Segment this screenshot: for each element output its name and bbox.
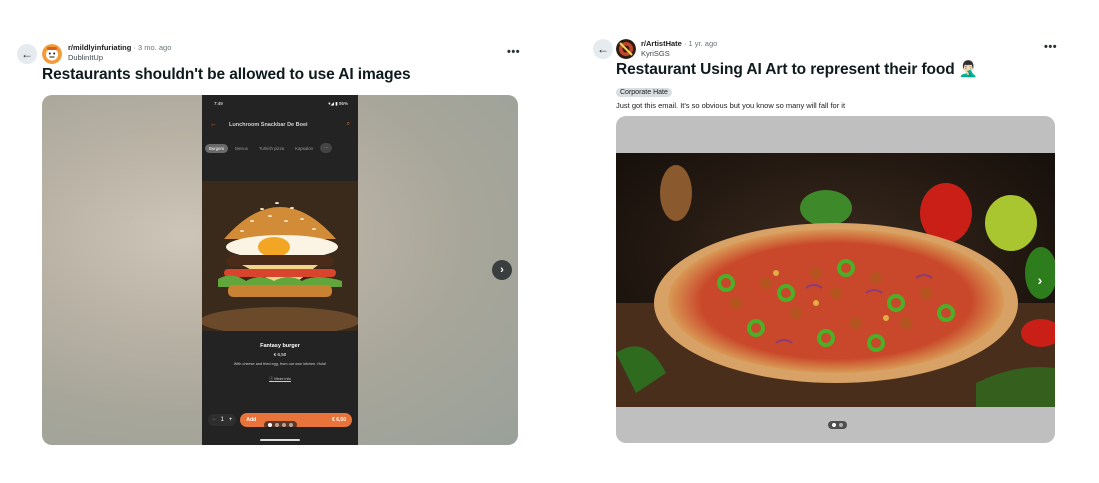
quantity-value: 1 xyxy=(220,417,224,423)
product-description: With cheese and fried egg, from our own … xyxy=(233,362,327,366)
artisthate-logo-icon xyxy=(616,39,636,59)
back-button[interactable]: ← xyxy=(17,44,37,64)
post-author[interactable]: KyriSGS xyxy=(641,49,717,59)
phone-tabs-more-icon: ⋯ xyxy=(320,143,333,153)
post-body: Just got this email. It's so obvious but… xyxy=(616,101,846,110)
post-media-carousel[interactable]: › xyxy=(616,116,1055,443)
quantity-stepper: − 1 + xyxy=(208,414,237,426)
mildlyinfuriating-logo-icon xyxy=(42,44,62,64)
phone-tab: Burgers xyxy=(205,143,229,153)
phone-status-time: 7:49 xyxy=(214,101,223,106)
product-price: € 6,50 xyxy=(273,352,287,357)
product-info: Fantasy burger € 6,50 With cheese and fr… xyxy=(202,343,358,382)
more-options-button[interactable]: ••• xyxy=(507,46,520,58)
carousel-next-button[interactable]: › xyxy=(492,260,512,280)
phone-app-bar: ← Lunchroom Snackbar De Boei ⌕ xyxy=(210,121,350,128)
burger-illustration xyxy=(202,181,358,331)
post-time: 1 yr. ago xyxy=(688,39,718,48)
add-price: € 6,50 xyxy=(332,417,346,423)
post-title[interactable]: Restaurants shouldn't be allowed to use … xyxy=(42,66,411,84)
post-title[interactable]: Restaurant Using AI Art to represent the… xyxy=(616,60,978,79)
add-label: Add xyxy=(246,417,257,423)
carousel-dot xyxy=(275,423,279,427)
subreddit-name[interactable]: r/mildlyinfuriating xyxy=(68,43,131,52)
carousel-indicator xyxy=(828,421,847,429)
phone-screenshot: 7:49 ▾◢ ▮ 95% ← Lunchroom Snackbar De Bo… xyxy=(202,95,358,445)
more-options-icon: ••• xyxy=(1044,41,1058,53)
chevron-right-icon: › xyxy=(1037,272,1043,288)
phone-back-icon: ← xyxy=(210,121,217,128)
post-media-carousel[interactable]: 7:49 ▾◢ ▮ 95% ← Lunchroom Snackbar De Bo… xyxy=(42,95,518,445)
carousel-dot xyxy=(832,423,836,427)
carousel-dot xyxy=(289,423,293,427)
carousel-indicator xyxy=(264,421,297,429)
chevron-right-icon: › xyxy=(500,264,504,276)
phone-status-icons: ▾◢ ▮ 95% xyxy=(328,101,348,106)
post-time: 3 mo. ago xyxy=(138,43,172,52)
phone-status-bar: 7:49 ▾◢ ▮ 95% xyxy=(214,101,348,107)
phone-tab: Turkish pizza xyxy=(258,145,285,151)
burger-image xyxy=(202,181,358,331)
back-arrow-icon: ← xyxy=(21,47,33,61)
phone-home-indicator xyxy=(260,439,300,441)
back-button[interactable]: ← xyxy=(593,39,613,59)
post-flair[interactable]: Corporate Hate xyxy=(616,88,672,97)
plus-icon: + xyxy=(228,417,233,423)
product-name: Fantasy burger xyxy=(260,343,300,349)
phone-category-tabs: Burgers Menus Turkish pizza Kapsalon ⋯ xyxy=(205,143,356,153)
more-options-icon: ••• xyxy=(507,46,521,58)
phone-tab: Kapsalon xyxy=(295,145,314,151)
minus-icon: − xyxy=(212,417,216,423)
phone-tab: Menus xyxy=(235,145,248,151)
subreddit-avatar[interactable] xyxy=(616,39,636,59)
carousel-next-button[interactable]: › xyxy=(1030,270,1050,290)
carousel-dot xyxy=(839,423,843,427)
phone-page-title: Lunchroom Snackbar De Boei xyxy=(229,121,308,128)
phone-search-icon: ⌕ xyxy=(346,121,350,127)
subreddit-avatar[interactable] xyxy=(42,44,62,64)
carousel-dot xyxy=(268,423,272,427)
back-arrow-icon: ← xyxy=(597,42,609,56)
more-options-button[interactable]: ••• xyxy=(1044,41,1057,53)
subreddit-name[interactable]: r/ArtistHate xyxy=(641,39,682,48)
carousel-dot xyxy=(282,423,286,427)
pizza-image xyxy=(616,153,1055,407)
product-info-link: ⓘ Meer info xyxy=(269,376,291,381)
post-author[interactable]: DublinItUp xyxy=(68,53,171,63)
